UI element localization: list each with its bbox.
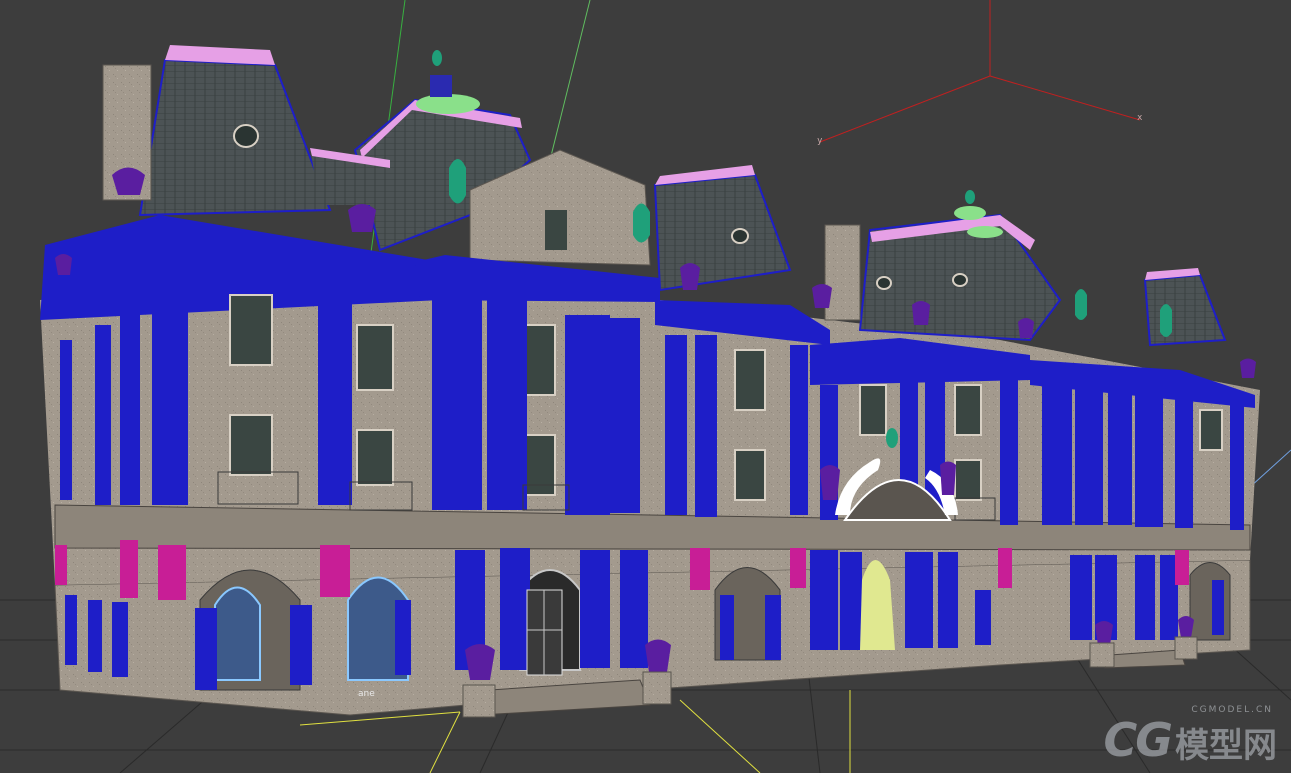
3d-viewport[interactable]: y x ane CGMODEL.CN CG 模型网: [0, 0, 1291, 773]
building-model[interactable]: [40, 45, 1260, 718]
watermark-logo: CG: [1103, 713, 1173, 767]
watermark-cn-text: 模型网: [1175, 726, 1277, 766]
selected-object-label: ane: [358, 689, 375, 699]
gizmo-y-label: y: [817, 136, 823, 146]
gizmo-x-label: x: [1137, 113, 1143, 123]
viewport-scene[interactable]: [0, 0, 1291, 773]
watermark-domain: CGMODEL.CN: [1191, 705, 1273, 715]
watermark: CGMODEL.CN CG 模型网: [1103, 705, 1277, 767]
